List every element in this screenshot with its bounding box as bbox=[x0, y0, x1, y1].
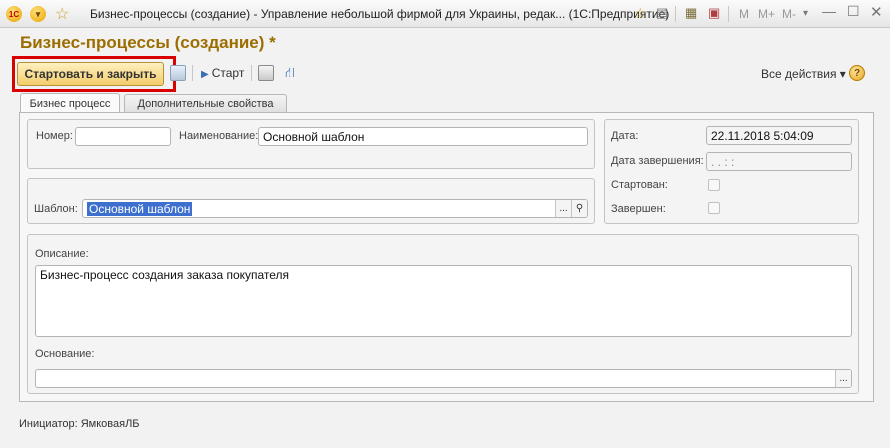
toolbar-menu-chevron-icon[interactable]: ▾ bbox=[803, 8, 808, 19]
memory-plus-button[interactable]: M+ bbox=[758, 7, 775, 21]
end-date-label: Дата завершения: bbox=[611, 155, 704, 167]
start-button[interactable]: ▶ Старт bbox=[201, 66, 244, 80]
form-title: Бизнес-процессы (создание) * bbox=[20, 33, 276, 52]
calculator-icon[interactable]: ▦ bbox=[685, 5, 697, 21]
favorites-star-icon[interactable]: ☆ bbox=[55, 4, 69, 24]
template-search-icon[interactable]: ⚲ bbox=[571, 200, 587, 217]
calendar-icon[interactable]: ▣ bbox=[708, 5, 720, 21]
app-logo-icon[interactable]: 1С bbox=[6, 6, 22, 22]
route-map-icon[interactable]: ⛙ bbox=[285, 64, 295, 83]
close-icon[interactable]: ✕ bbox=[870, 3, 883, 21]
help-icon[interactable]: ? bbox=[849, 65, 865, 81]
end-date-field[interactable]: . . : : bbox=[706, 152, 852, 171]
started-checkbox[interactable] bbox=[708, 179, 720, 191]
toolbar-separator bbox=[675, 6, 676, 22]
save-icon[interactable] bbox=[170, 65, 186, 81]
description-label: Описание: bbox=[35, 248, 89, 260]
memory-m-button[interactable]: M bbox=[739, 7, 749, 21]
name-label: Наименование: bbox=[179, 130, 259, 142]
toolbar-separator bbox=[192, 65, 193, 81]
date-label: Дата: bbox=[611, 130, 639, 142]
tab-business-process[interactable]: Бизнес процесс bbox=[20, 93, 120, 113]
template-label: Шаблон: bbox=[34, 203, 78, 215]
basis-label: Основание: bbox=[35, 348, 95, 360]
completed-label: Завершен: bbox=[611, 203, 666, 215]
minimize-icon[interactable]: — bbox=[822, 3, 836, 19]
template-select-button[interactable]: ... bbox=[555, 200, 571, 217]
completed-checkbox[interactable] bbox=[708, 202, 720, 214]
play-arrow-icon: ▶ bbox=[201, 69, 209, 80]
basis-field[interactable]: ... bbox=[35, 369, 852, 388]
template-value: Основной шаблон bbox=[87, 202, 193, 216]
number-label: Номер: bbox=[36, 130, 73, 142]
all-actions-menu[interactable]: Все действия ▾ bbox=[761, 67, 846, 81]
description-field[interactable]: Бизнес-процесс создания заказа покупател… bbox=[35, 265, 852, 337]
tab-additional-properties[interactable]: Дополнительные свойства bbox=[124, 94, 287, 112]
window-title: Бизнес-процессы (создание) - Управление … bbox=[90, 7, 670, 21]
toolbar-separator bbox=[728, 6, 729, 22]
started-label: Стартован: bbox=[611, 179, 668, 191]
name-field[interactable]: Основной шаблон bbox=[258, 127, 588, 146]
number-field[interactable] bbox=[75, 127, 171, 146]
toolbar-separator bbox=[251, 65, 252, 81]
clipboard-icon[interactable] bbox=[258, 65, 274, 81]
basis-select-button[interactable]: ... bbox=[835, 370, 851, 387]
initiator-text: Инициатор: ЯмковаяЛБ bbox=[19, 418, 140, 430]
history-icon[interactable]: ▤ bbox=[656, 5, 668, 21]
start-and-close-button[interactable]: Стартовать и закрыть bbox=[17, 62, 164, 86]
date-field[interactable]: 22.11.2018 5:04:09 bbox=[706, 126, 852, 145]
add-favorite-icon[interactable]: ☆ bbox=[634, 5, 647, 22]
maximize-icon[interactable]: ☐ bbox=[847, 3, 860, 20]
memory-minus-button[interactable]: M- bbox=[782, 7, 796, 21]
window-titlebar: 1С ▾ ☆ Бизнес-процессы (создание) - Упра… bbox=[0, 0, 890, 28]
template-field[interactable]: Основной шаблон ... ⚲ bbox=[82, 199, 588, 218]
main-menu-icon[interactable]: ▾ bbox=[30, 6, 46, 22]
